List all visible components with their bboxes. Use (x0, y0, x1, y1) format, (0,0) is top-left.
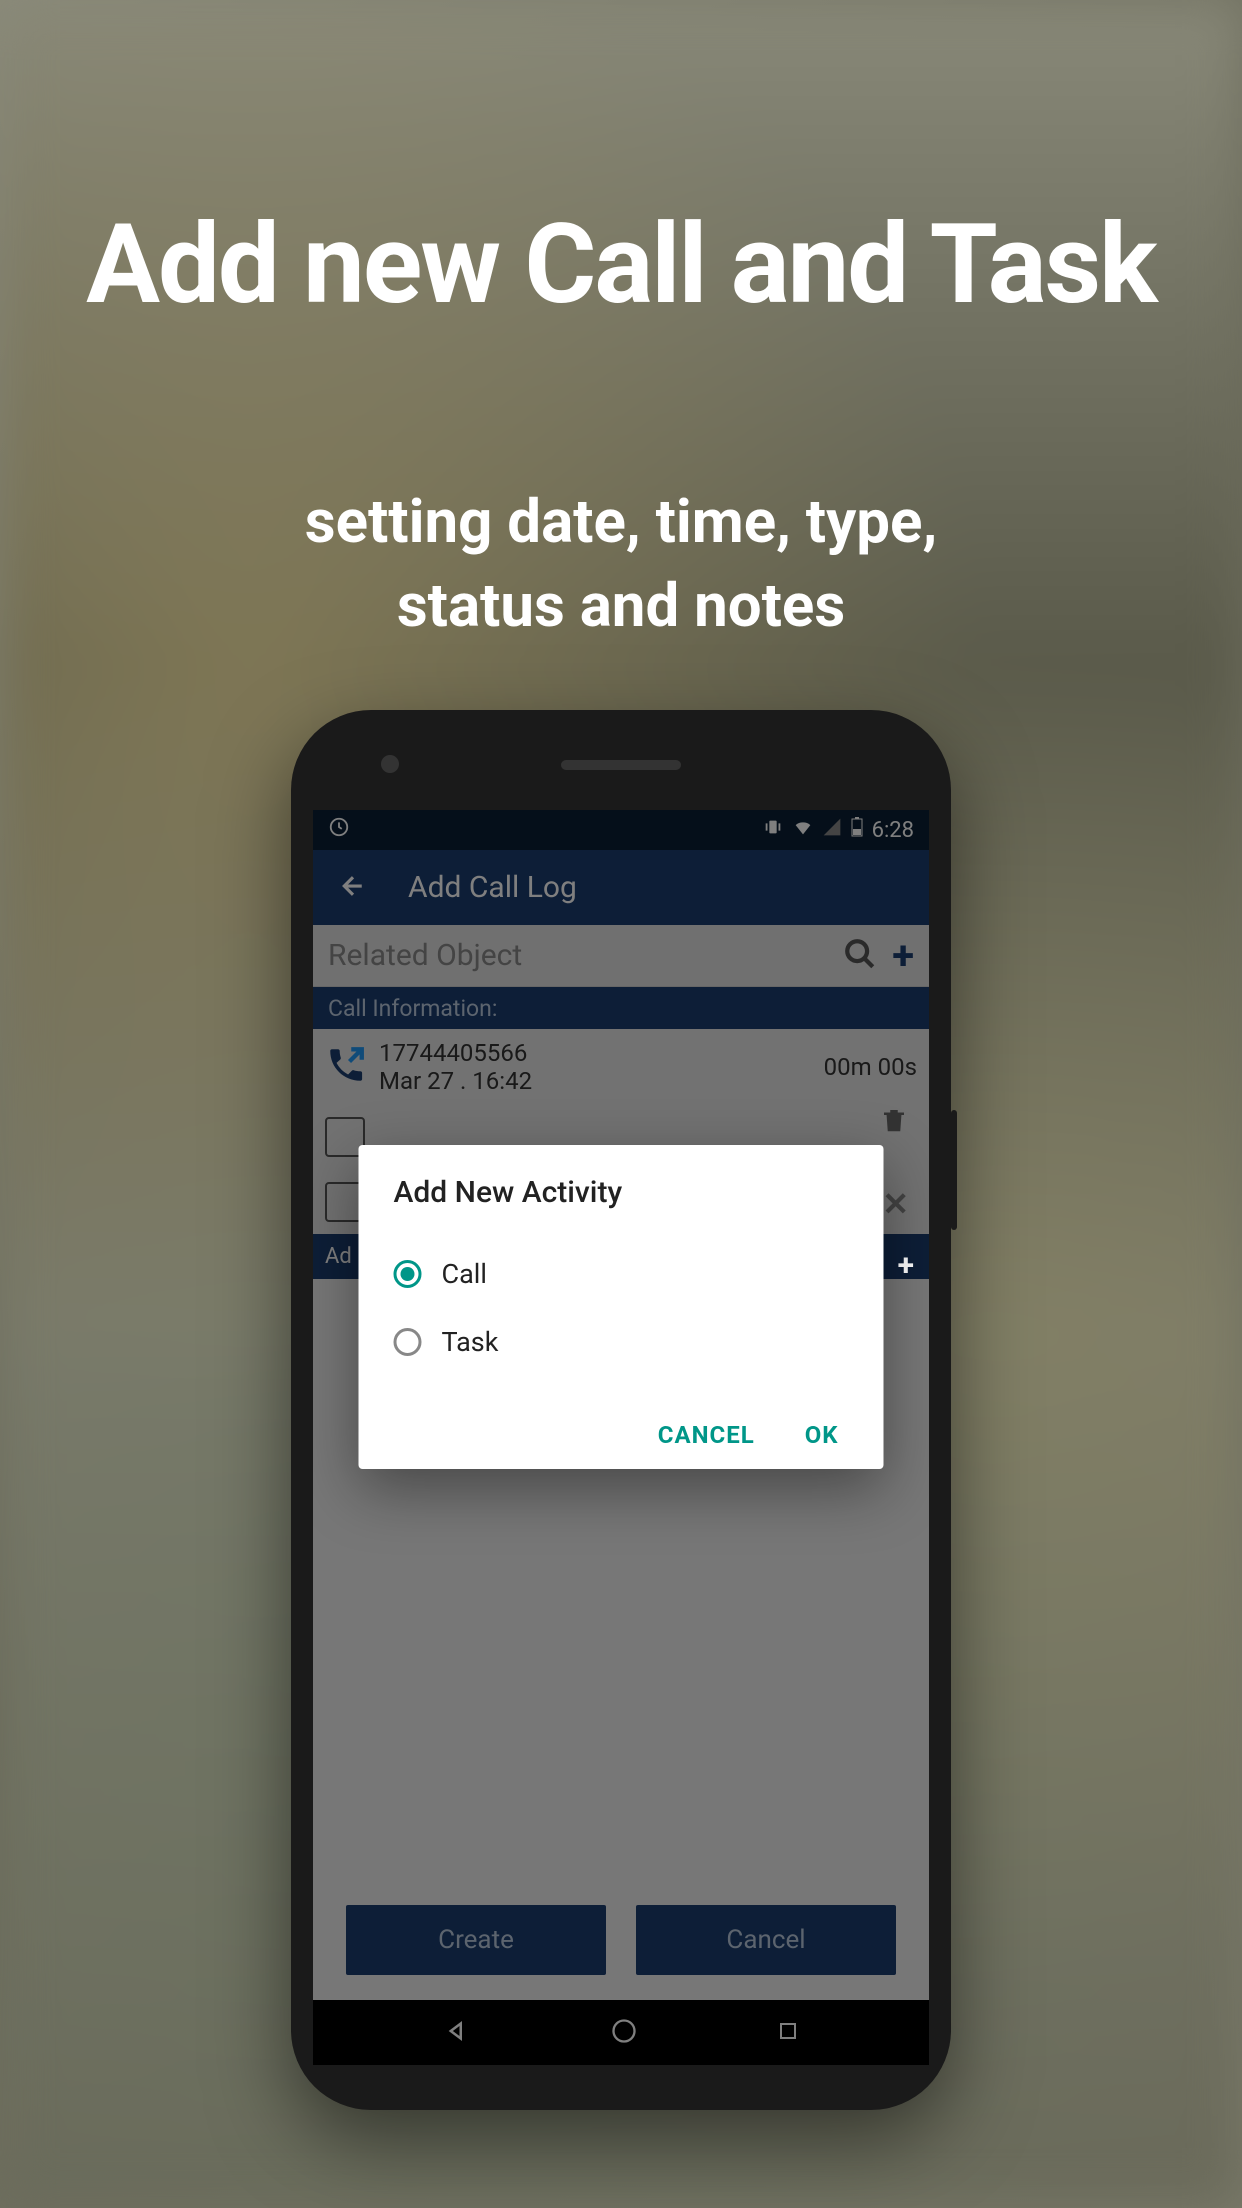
phone-frame: 6:28 Add Call Log Related Object + Call … (291, 710, 951, 2110)
trash-icon[interactable] (879, 1105, 909, 1139)
phone-screen: 6:28 Add Call Log Related Object + Call … (313, 810, 929, 2065)
radio-option-task[interactable]: Task (394, 1308, 849, 1376)
add-activity-dialog: Add New Activity Call Task CANCEL OK (359, 1145, 884, 1469)
radio-option-call[interactable]: Call (394, 1240, 849, 1308)
dialog-cancel-button[interactable]: CANCEL (658, 1421, 755, 1449)
dialog-ok-button[interactable]: OK (805, 1421, 839, 1449)
phone-speaker (561, 760, 681, 770)
radio-label-call: Call (442, 1258, 487, 1290)
addon-plus-icon[interactable]: + (898, 1248, 914, 1283)
dialog-title: Add New Activity (394, 1175, 849, 1210)
promo-subtitle: setting date, time, type, status and not… (0, 480, 1242, 648)
dialog-actions: CANCEL OK (394, 1421, 849, 1449)
radio-unselected-icon (394, 1328, 422, 1356)
promo-subtitle-line2: status and notes (0, 564, 1242, 648)
radio-label-task: Task (442, 1326, 499, 1358)
promo-title: Add new Call and Task (0, 200, 1242, 329)
close-icon[interactable]: ✕ (882, 1185, 909, 1223)
phone-side-button (951, 1110, 957, 1230)
phone-camera (381, 755, 399, 773)
radio-selected-icon (394, 1260, 422, 1288)
promo-subtitle-line1: setting date, time, type, (0, 480, 1242, 564)
